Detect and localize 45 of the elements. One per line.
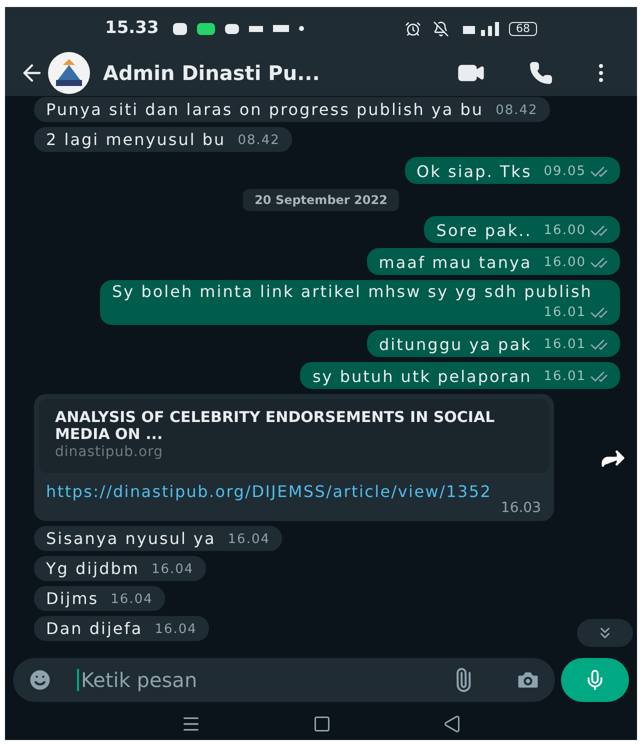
message-time: 16.03 — [500, 500, 542, 516]
battery-level: 68 — [516, 23, 530, 34]
link-preview-domain: dinastipub.org — [55, 443, 164, 461]
message-time: 08.42 — [496, 102, 538, 119]
message-time: 16.00 — [544, 223, 586, 239]
message-time: 16.04 — [228, 531, 270, 548]
message-text: Ok siap. Tks — [416, 163, 532, 181]
voice-button[interactable] — [561, 658, 629, 702]
message-time: 16.00 — [544, 255, 586, 271]
message-text: sy butuh utk pelaporan — [312, 368, 532, 386]
message-link[interactable]: https://dinastipub.org/DIJEMSS/article/view/1352 — [39, 473, 549, 500]
message-time: 16.01 — [544, 369, 586, 385]
mute-icon — [433, 20, 449, 36]
message-time: 08.42 — [238, 132, 280, 149]
message-text: Sore pak.. — [436, 222, 532, 240]
emoji-icon[interactable] — [27, 667, 53, 693]
message-text: Dijms — [46, 590, 99, 608]
message-text: Sy boleh minta link artikel mhsw sy yg sdh publish — [112, 283, 592, 301]
message-time: 09.05 — [544, 164, 586, 180]
message-input[interactable]: Ketik pesan — [13, 658, 555, 702]
message-text: 2 lagi menyusul bu — [46, 131, 226, 149]
signal-icon — [461, 22, 501, 36]
link-preview-title: ANALYSIS OF CELEBRITY ENDORSEMENTS IN SOCIAL MEDIA ON ... — [55, 409, 496, 443]
message-time: 16.04 — [154, 621, 197, 638]
message-input-field[interactable]: Ketik pesan — [81, 665, 451, 695]
date-chip: 20 September 2022 — [242, 189, 400, 211]
phone-call-icon[interactable] — [529, 61, 553, 85]
home-icon[interactable] — [313, 714, 331, 732]
avatar-logo[interactable] — [47, 51, 91, 95]
message-text: ditunggu ya pak — [379, 336, 532, 354]
message-text: Punya siti dan laras on progress publish ya bu — [46, 101, 484, 119]
status-time: 15.33 — [105, 16, 159, 40]
alarm-icon — [405, 20, 421, 36]
chat-title[interactable]: Admin Dinasti Pu... — [103, 58, 320, 88]
message-time: 16.01 — [544, 305, 586, 321]
message-time: 16.04 — [151, 561, 194, 578]
message-time: 16.01 — [544, 337, 586, 353]
message-text: Dan dijefa — [46, 620, 143, 638]
back-nav-icon[interactable] — [443, 714, 461, 732]
message-text: Yg dijdbm — [46, 560, 140, 578]
link-preview-card[interactable]: ANALYSIS OF CELEBRITY ENDORSEMENTS IN SOCIAL MEDIA ON ... dinastipub.org — [39, 399, 549, 473]
message-text: Sisanya nyusul ya — [46, 530, 216, 548]
scroll-down-button[interactable] — [577, 619, 633, 647]
message-text: maaf mau tanya — [378, 254, 532, 272]
message-time: 16.04 — [110, 591, 153, 608]
